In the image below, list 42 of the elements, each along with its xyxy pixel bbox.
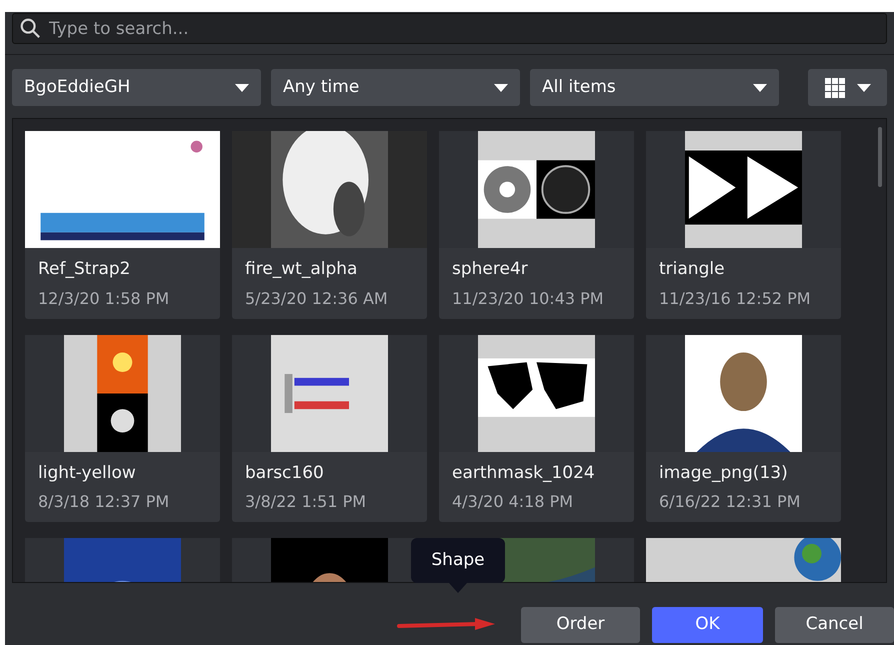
asset-date: 8/3/18 12:37 PM bbox=[38, 491, 170, 513]
grid-icon bbox=[824, 78, 844, 98]
asset-date: 5/23/20 12:36 AM bbox=[245, 288, 389, 310]
caret-icon bbox=[753, 84, 767, 92]
filter-dropdown[interactable]: Any time bbox=[271, 69, 520, 106]
ok-button[interactable]: OK bbox=[652, 607, 763, 643]
asset-card[interactable]: sphere4r 11/23/20 10:43 PM bbox=[439, 131, 634, 318]
asset-date: 12/3/20 1:58 PM bbox=[38, 288, 170, 310]
asset-name: triangle bbox=[659, 258, 726, 281]
asset-name: barsc160 bbox=[245, 462, 325, 484]
asset-card[interactable]: light-yellow 8/3/18 12:37 PM bbox=[25, 334, 220, 522]
asset-card[interactable]: earthmask_1024 4/3/20 4:18 PM bbox=[439, 334, 634, 522]
asset-name: fire_wt_alpha bbox=[245, 258, 358, 281]
filter-dropdown[interactable]: BgoEddieGH bbox=[12, 69, 261, 106]
search-field[interactable]: Type to search... bbox=[12, 13, 887, 44]
asset-date: 3/8/22 1:51 PM bbox=[245, 491, 368, 513]
asset-date: 11/23/16 12:52 PM bbox=[659, 288, 812, 310]
search-icon bbox=[19, 17, 41, 39]
caret-icon bbox=[235, 84, 249, 92]
dialog-button[interactable]: Order bbox=[521, 607, 640, 643]
asset-date: 6/16/22 12:31 PM bbox=[659, 491, 802, 513]
dialog-button[interactable]: Cancel bbox=[775, 607, 894, 643]
view-menu-button[interactable] bbox=[808, 69, 887, 106]
asset-date: 4/3/20 4:18 PM bbox=[452, 491, 574, 513]
asset-name: sphere4r bbox=[452, 258, 529, 281]
arrow-icon bbox=[397, 617, 497, 633]
asset-name: earthmask_1024 bbox=[452, 462, 596, 484]
asset-card[interactable]: triangle 11/23/16 12:52 PM bbox=[646, 131, 841, 318]
asset-name: image_png(13) bbox=[659, 462, 789, 484]
asset-card[interactable]: Ref_Strap2 12/3/20 1:58 PM bbox=[25, 131, 220, 318]
caret-icon bbox=[494, 84, 508, 92]
asset-card[interactable]: barsc160 3/8/22 1:51 PM bbox=[232, 334, 427, 522]
asset-name: Ref_Strap2 bbox=[38, 258, 132, 281]
tooltip: Shape bbox=[411, 538, 505, 583]
asset-card[interactable]: image_png(13) 6/16/22 12:31 PM bbox=[646, 334, 841, 522]
scrollbar[interactable] bbox=[878, 127, 882, 187]
caret-icon bbox=[856, 84, 870, 92]
asset-date: 11/23/20 10:43 PM bbox=[452, 288, 605, 310]
tooltip-pointer bbox=[449, 583, 467, 593]
asset-card[interactable]: fire_wt_alpha 5/23/20 12:36 AM bbox=[232, 131, 427, 318]
filter-dropdown[interactable]: All items bbox=[530, 69, 779, 106]
asset-name: light-yellow bbox=[38, 462, 137, 484]
